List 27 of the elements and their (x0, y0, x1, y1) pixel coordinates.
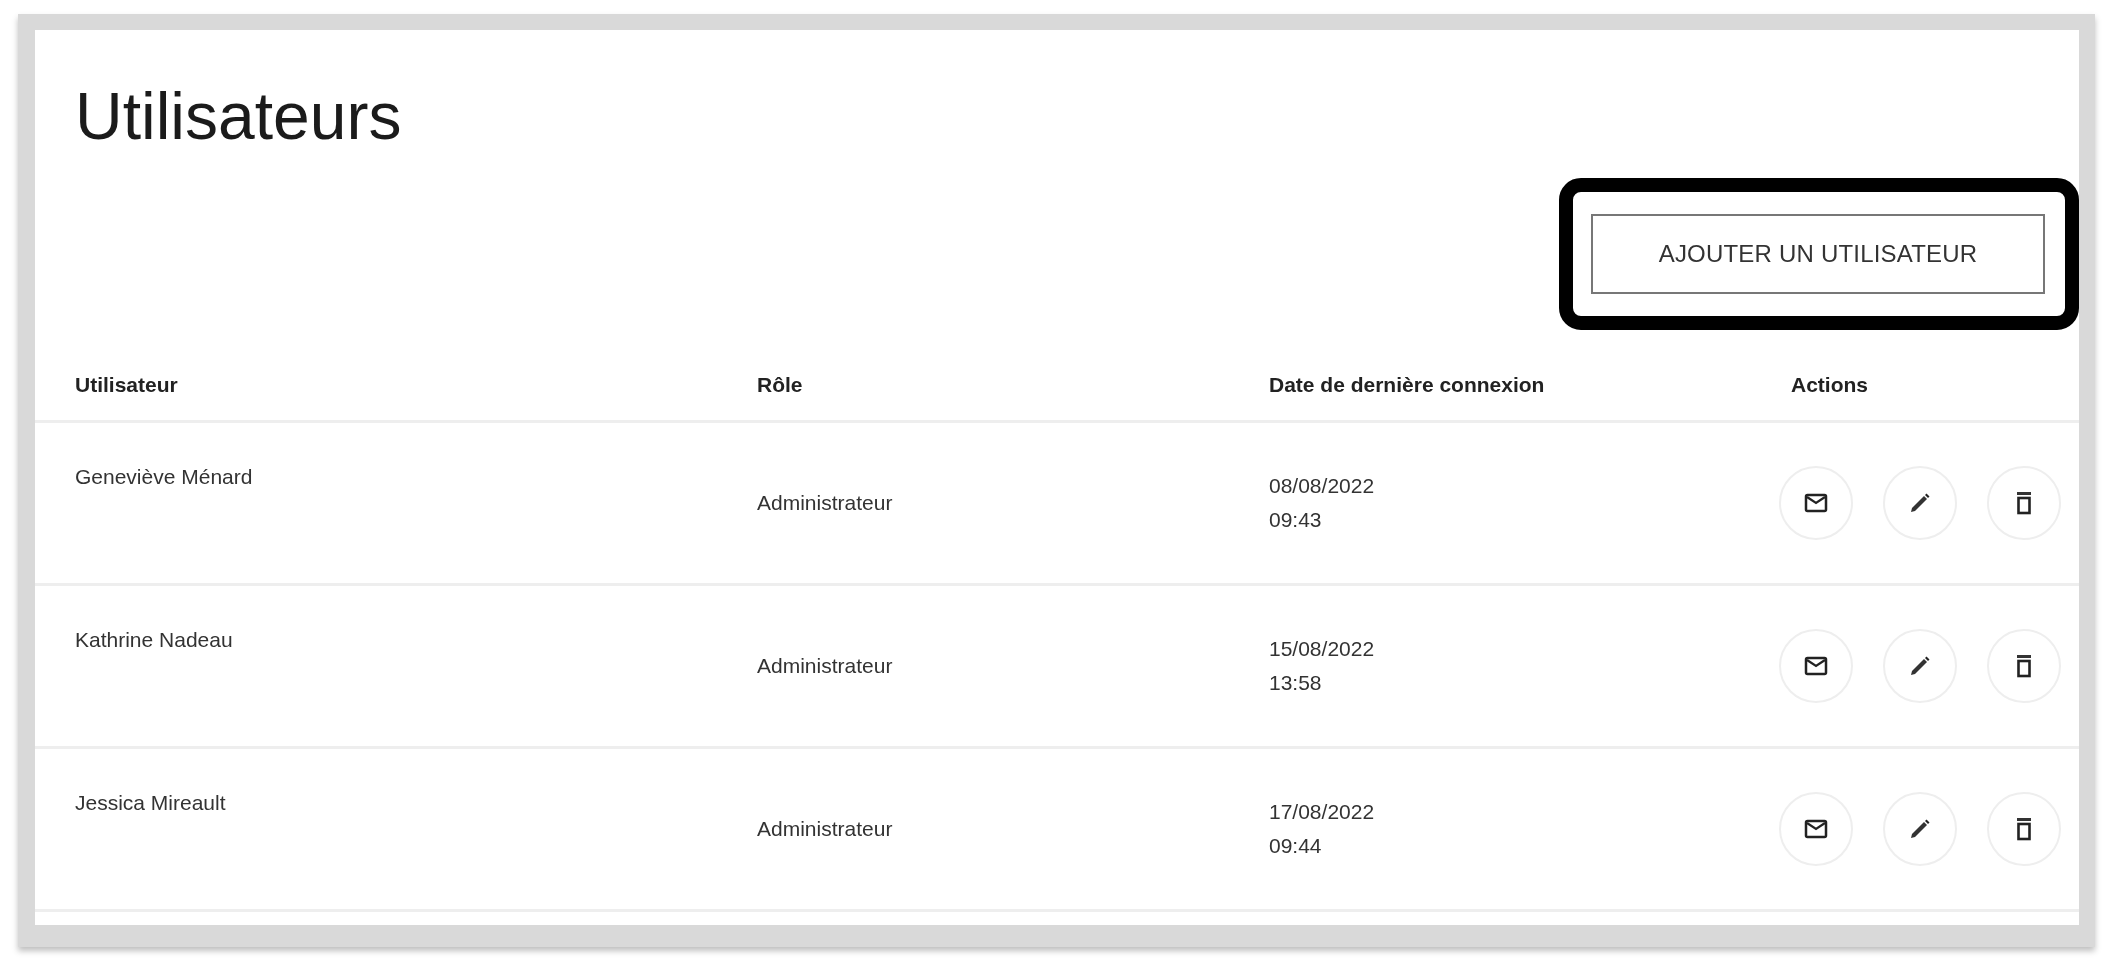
envelope-icon (1804, 819, 1828, 839)
last-login-date: 17/08/2022 (1269, 799, 1376, 825)
user-role: Administrateur (757, 654, 894, 678)
last-login-time: 09:44 (1269, 833, 1323, 859)
column-header: Date de dernière connexion (1269, 373, 1546, 397)
envelope-icon (1804, 656, 1828, 676)
last-login-time: 09:43 (1269, 507, 1323, 533)
column-header: Utilisateur (75, 373, 179, 397)
user-name: Jessica Mireault (75, 791, 226, 814)
user-name: Kathrine Nadeau (75, 628, 233, 651)
column-header: Actions (1790, 373, 1869, 397)
last-login-date: 15/08/2022 (1269, 636, 1376, 662)
pencil-icon (1908, 654, 1932, 678)
page-title: Utilisateurs (75, 78, 403, 155)
trash-icon (2015, 491, 2033, 515)
last-login-time: 13:58 (1269, 670, 1323, 696)
last-login-date: 08/08/2022 (1269, 473, 1376, 499)
user-role: Administrateur (757, 817, 894, 841)
trash-icon (2015, 817, 2033, 841)
pencil-icon (1908, 491, 1932, 515)
user-role: Administrateur (757, 491, 894, 515)
trash-icon (2015, 654, 2033, 678)
pencil-icon (1908, 817, 1932, 841)
add-user-button[interactable]: AJOUTER UN UTILISATEUR (1591, 214, 2045, 294)
column-header: Rôle (757, 373, 804, 397)
user-name: Geneviève Ménard (75, 465, 253, 488)
envelope-icon (1804, 493, 1828, 513)
